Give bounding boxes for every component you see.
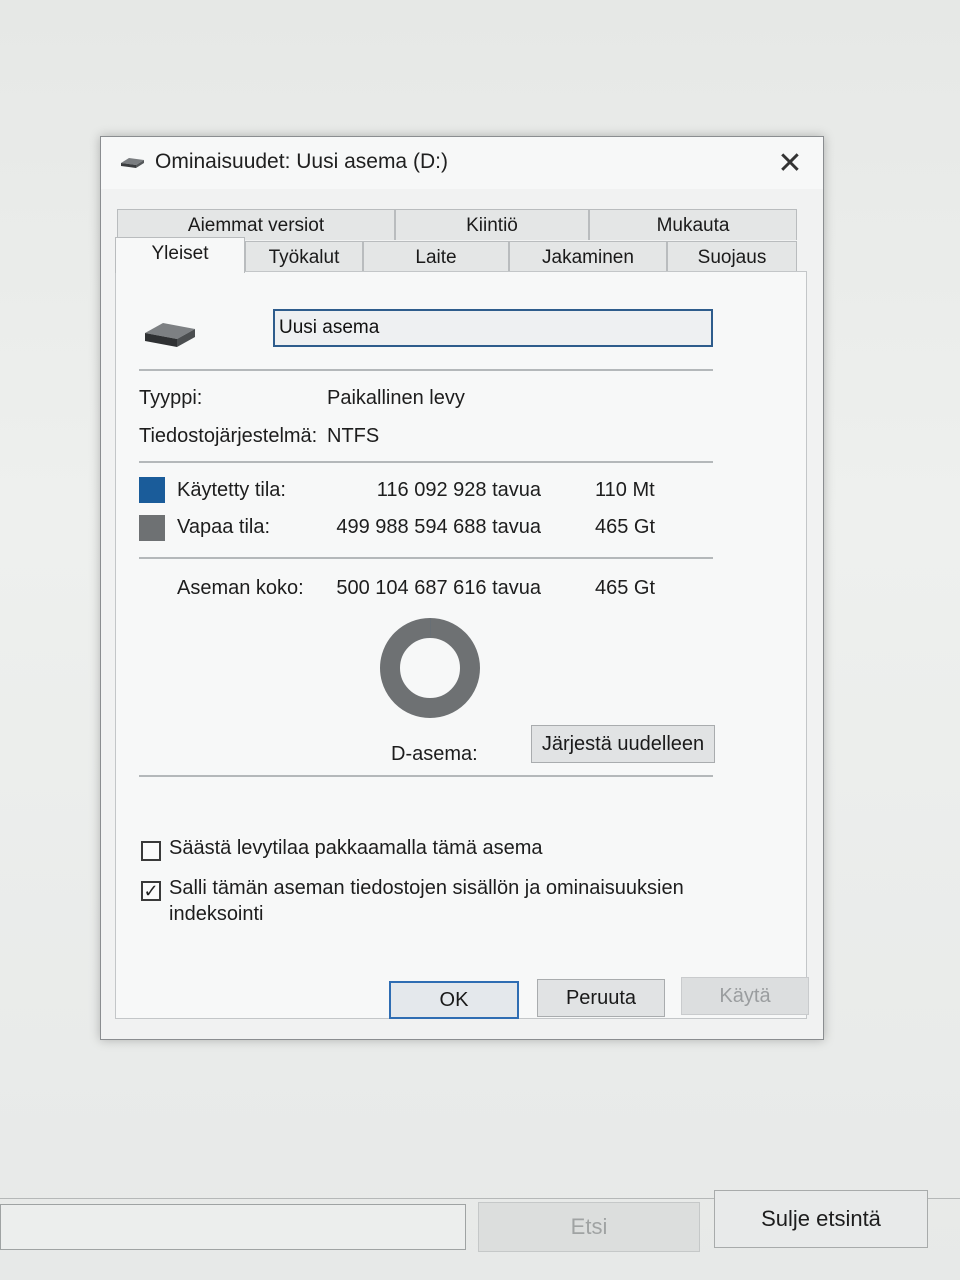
separator bbox=[139, 557, 713, 559]
defragment-button[interactable]: Järjestä uudelleen bbox=[531, 725, 715, 763]
tab-sharing[interactable]: Jakaminen bbox=[509, 241, 667, 272]
background-search-field[interactable] bbox=[0, 1204, 466, 1250]
dialog-title: Ominaisuudet: Uusi asema (D:) bbox=[155, 150, 448, 173]
separator bbox=[139, 369, 713, 371]
used-space-bytes: 116 092 928 tavua bbox=[376, 479, 541, 501]
index-label-line2: indeksointi bbox=[169, 903, 264, 925]
compress-checkbox[interactable] bbox=[141, 841, 161, 861]
used-space-label: Käytetty tila: bbox=[177, 479, 286, 501]
filesystem-label: Tiedostojärjestelmä: bbox=[139, 425, 318, 447]
free-space-label: Vapaa tila: bbox=[177, 516, 271, 538]
close-button[interactable]: ✕ bbox=[773, 147, 807, 181]
tab-customize[interactable]: Mukauta bbox=[589, 209, 797, 240]
used-space-swatch bbox=[139, 477, 165, 503]
free-space-bytes: 499 988 594 688 tavua bbox=[336, 516, 541, 538]
free-space-swatch bbox=[139, 515, 165, 541]
capacity-size: 465 Gt bbox=[595, 577, 656, 599]
close-search-button[interactable]: Sulje etsintä bbox=[714, 1190, 928, 1248]
type-label: Tyyppi: bbox=[139, 387, 203, 409]
index-checkbox[interactable]: ✓ bbox=[141, 881, 161, 901]
tab-security[interactable]: Suojaus bbox=[667, 241, 797, 272]
filesystem-value: NTFS bbox=[327, 425, 380, 447]
donut-free-segment bbox=[380, 618, 480, 718]
capacity-bytes: 500 104 687 616 tavua bbox=[336, 577, 541, 599]
tab-hardware[interactable]: Laite bbox=[363, 241, 509, 272]
drive-large-icon bbox=[145, 323, 195, 347]
free-space-size: 465 Gt bbox=[595, 516, 656, 538]
title-bar[interactable]: Ominaisuudet: Uusi asema (D:) ✕ bbox=[101, 137, 823, 189]
search-button[interactable]: Etsi bbox=[478, 1202, 700, 1252]
tab-tools[interactable]: Työkalut bbox=[245, 241, 363, 272]
cancel-button[interactable]: Peruuta bbox=[537, 979, 665, 1017]
drive-name-input[interactable] bbox=[273, 309, 713, 347]
ok-button[interactable]: OK bbox=[389, 981, 519, 1019]
separator bbox=[139, 461, 713, 463]
tab-general[interactable]: Yleiset bbox=[115, 237, 245, 273]
type-value: Paikallinen levy bbox=[327, 387, 465, 409]
properties-dialog: Ominaisuudet: Uusi asema (D:) ✕ Aiemmat … bbox=[100, 136, 824, 1040]
tab-quota[interactable]: Kiintiö bbox=[395, 209, 589, 240]
compress-label: Säästä levytilaa pakkaamalla tämä asema bbox=[169, 837, 543, 859]
index-label-line1: Salli tämän aseman tiedostojen sisällön … bbox=[169, 877, 684, 899]
usage-donut-chart bbox=[380, 618, 480, 718]
drive-letter-label: D-asema: bbox=[391, 743, 478, 765]
used-space-size: 110 Mt bbox=[595, 479, 655, 501]
separator bbox=[139, 775, 713, 777]
drive-icon bbox=[121, 158, 144, 168]
apply-button[interactable]: Käytä bbox=[681, 977, 809, 1015]
tab-previous-versions[interactable]: Aiemmat versiot bbox=[117, 209, 395, 240]
